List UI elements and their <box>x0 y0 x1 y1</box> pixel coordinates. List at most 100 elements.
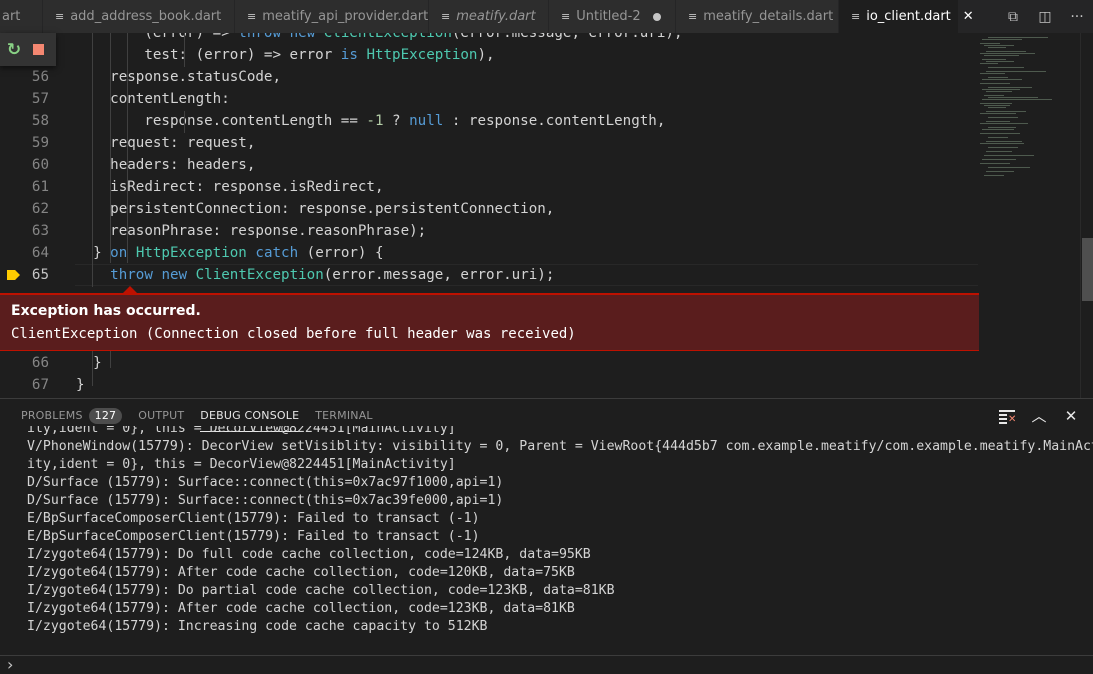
code-text: request: request, <box>76 135 256 151</box>
code-line[interactable]: (error) => throw new ClientException(err… <box>0 33 1080 44</box>
indent-guide <box>110 33 111 263</box>
code-line[interactable]: 65 throw new ClientException(error.messa… <box>0 264 1080 286</box>
console-line: D/Surface (15779): Surface::connect(this… <box>27 475 504 490</box>
tab-label: meatify_api_provider.dart <box>262 9 429 24</box>
tab-meatify-api-provider-dart[interactable]: ≡ meatify_api_provider.dart <box>235 0 429 33</box>
console-line: ity,ident = 0}, this = DecorView@8224451… <box>27 426 456 436</box>
code-text: throw new ClientException(error.message,… <box>110 267 555 283</box>
line-number: 58 <box>31 113 49 129</box>
code-text: isRedirect: response.isRedirect, <box>76 179 384 195</box>
tab-meatify-dart[interactable]: ≡ meatify.dart <box>429 0 549 33</box>
file-icon: ≡ <box>441 10 451 23</box>
line-number: 67 <box>31 377 49 393</box>
exception-caret <box>123 286 137 293</box>
line-number: 56 <box>31 69 49 85</box>
code-text: } <box>76 377 85 393</box>
debug-console-input[interactable]: › <box>0 655 1093 674</box>
console-line: I/zygote64(15779): Do full code cache co… <box>27 547 591 562</box>
code-text: contentLength: <box>76 91 230 107</box>
minimap-line <box>980 163 1010 164</box>
code-line[interactable]: 56 response.statusCode, <box>0 66 1080 88</box>
exception-message: ClientException (Connection closed befor… <box>11 326 576 342</box>
code-text: headers: headers, <box>76 157 256 173</box>
minimap-line <box>980 133 1020 134</box>
console-line: V/PhoneWindow(15779): DecorView setVisib… <box>27 439 1093 454</box>
minimap-line <box>988 137 1008 138</box>
line-number: 66 <box>31 355 49 371</box>
debug-toolbar: ↻ <box>0 33 56 66</box>
minimap-line <box>986 51 1026 52</box>
indent-guide <box>184 111 185 133</box>
code-line[interactable]: 62 persistentConnection: response.persis… <box>0 198 1080 220</box>
code-line[interactable]: 61 isRedirect: response.isRedirect, <box>0 176 1080 198</box>
file-icon: ≡ <box>851 10 861 23</box>
tab-label: Untitled-2 <box>576 9 641 24</box>
minimap-line <box>986 111 1026 112</box>
minimap[interactable] <box>978 33 1080 398</box>
console-line: I/zygote64(15779): Do partial code cache… <box>27 583 615 598</box>
file-icon: ≡ <box>688 10 698 23</box>
code-line[interactable]: 63 reasonPhrase: response.reasonPhrase); <box>0 220 1080 242</box>
more-actions-icon[interactable]: ··· <box>1061 0 1093 33</box>
minimap-line <box>984 105 1010 106</box>
minimap-line <box>982 59 1006 60</box>
open-changes-icon[interactable]: ⧉ <box>997 0 1029 33</box>
minimap-line <box>988 167 1030 168</box>
line-number: 60 <box>31 157 49 173</box>
debug-console-output[interactable]: ity,ident = 0}, this = DecorView@8224451… <box>0 426 1093 654</box>
stop-button[interactable] <box>26 38 50 62</box>
minimap-line <box>980 63 998 64</box>
bottom-panel: PROBLEMS 127 OUTPUT DEBUG CONSOLE TERMINAL ✕… <box>0 398 1093 674</box>
code-line[interactable]: 58 response.contentLength == -1 ? null :… <box>0 110 1080 132</box>
line-number: 62 <box>31 201 49 217</box>
code-text: response.statusCode, <box>76 69 281 85</box>
code-text: } <box>76 355 102 371</box>
chevron-right-icon: › <box>7 655 14 674</box>
minimap-line <box>986 61 1014 62</box>
code-line[interactable]: 67} <box>0 374 1080 396</box>
code-line[interactable]: 59 request: request, <box>0 132 1080 154</box>
file-icon: ≡ <box>247 10 257 23</box>
minimap-line <box>982 39 1022 40</box>
editor-scrollbar[interactable] <box>1080 33 1093 398</box>
minimap-line <box>986 171 1014 172</box>
minimap-line <box>980 123 1028 124</box>
code-line[interactable]: 66 } <box>0 352 1080 374</box>
tab-meatify-details-dart[interactable]: ≡ meatify_details.dart <box>676 0 839 33</box>
minimap-line <box>984 95 1004 96</box>
tab-label: meatify.dart <box>456 9 536 24</box>
code-line[interactable]: 57 contentLength: <box>0 88 1080 110</box>
clear-console-icon: ✕ <box>999 409 1016 424</box>
console-line: I/zygote64(15779): After code cache coll… <box>27 565 575 580</box>
code-line[interactable]: 60 headers: headers, <box>0 154 1080 176</box>
minimap-line <box>984 45 1014 46</box>
minimap-line <box>988 107 1006 108</box>
code-text: reasonPhrase: response.reasonPhrase); <box>76 223 427 239</box>
minimap-line <box>988 147 1018 148</box>
tab-untitled-2[interactable]: ≡ Untitled-2 <box>549 0 676 33</box>
code-line[interactable]: test: (error) => error is HttpException)… <box>0 44 1080 66</box>
console-line: E/BpSurfaceComposerClient(15779): Failed… <box>27 511 480 526</box>
tab-label: art <box>2 9 21 24</box>
tab-art[interactable]: art <box>0 0 43 33</box>
unsaved-dot-icon[interactable] <box>652 12 661 21</box>
console-line: E/BpSurfaceComposerClient(15779): Failed… <box>27 529 480 544</box>
code-text: persistentConnection: response.persisten… <box>76 201 555 217</box>
tab-io-client-dart[interactable]: ≡ io_client.dart ✕ <box>839 0 974 33</box>
close-tab-icon[interactable]: ✕ <box>963 9 974 24</box>
minimap-line <box>986 71 1046 72</box>
editor-tab-bar: art ≡ add_address_book.dart ≡ meatify_api_pr… <box>0 0 1093 33</box>
code-line[interactable]: 64 } on HttpException catch (error) { <box>0 242 1080 264</box>
minimap-line <box>982 99 1052 100</box>
line-number: 64 <box>31 245 49 261</box>
restart-button[interactable]: ↻ <box>2 38 26 62</box>
scrollbar-thumb[interactable] <box>1082 238 1093 301</box>
close-icon: ✕ <box>1064 406 1078 425</box>
split-editor-icon[interactable]: ◫ <box>1029 0 1061 33</box>
code-text: } on HttpException catch (error) { <box>76 245 384 261</box>
tab-add-address-book-dart[interactable]: ≡ add_address_book.dart <box>43 0 235 33</box>
file-icon: ≡ <box>55 10 65 23</box>
tab-label: io_client.dart <box>866 9 951 24</box>
exception-widget: Exception has occurred. ClientException … <box>0 286 979 351</box>
minimap-line <box>980 143 1024 144</box>
